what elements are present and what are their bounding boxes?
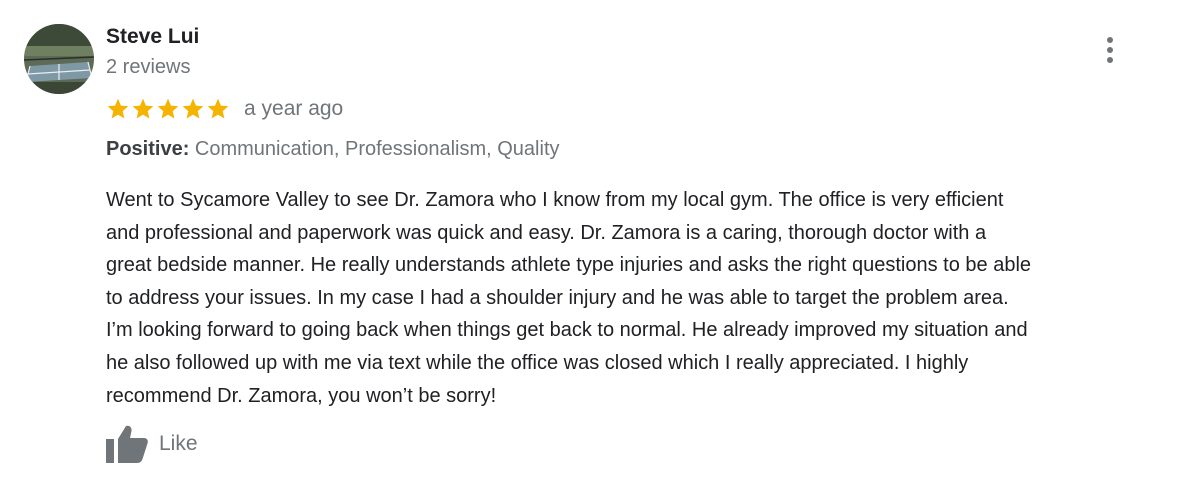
review-highlights: Positive: Communication, Professionalism… [106,136,560,162]
review-count[interactable]: 2 reviews [106,54,190,80]
star-icon [182,98,204,119]
star-rating [106,97,230,121]
rating-row: a year ago [106,94,343,124]
star-icon [157,98,179,119]
more-vert-icon-dot [1107,57,1113,63]
star-icon [132,98,154,119]
avatar[interactable] [24,24,94,94]
more-vert-icon-dot [1107,37,1113,43]
review-card: Steve Lui 2 reviews a year ago Positive:… [0,0,1200,488]
thumbs-up-icon [106,425,148,463]
star-icon [107,98,129,119]
highlights-value: Communication, Professionalism, Quality [189,138,560,160]
review-time: a year ago [244,97,344,120]
reviewer-name[interactable]: Steve Lui [106,24,199,50]
more-options-button[interactable] [1096,34,1124,66]
avatar-photo [24,24,94,94]
more-vert-icon-dot [1107,47,1113,53]
star-icon [207,98,229,119]
review-text: Went to Sycamore Valley to see Dr. Zamor… [106,189,1032,407]
like-button[interactable]: Like [106,424,198,464]
highlights-label: Positive: [106,138,190,160]
like-label: Like [159,432,198,455]
